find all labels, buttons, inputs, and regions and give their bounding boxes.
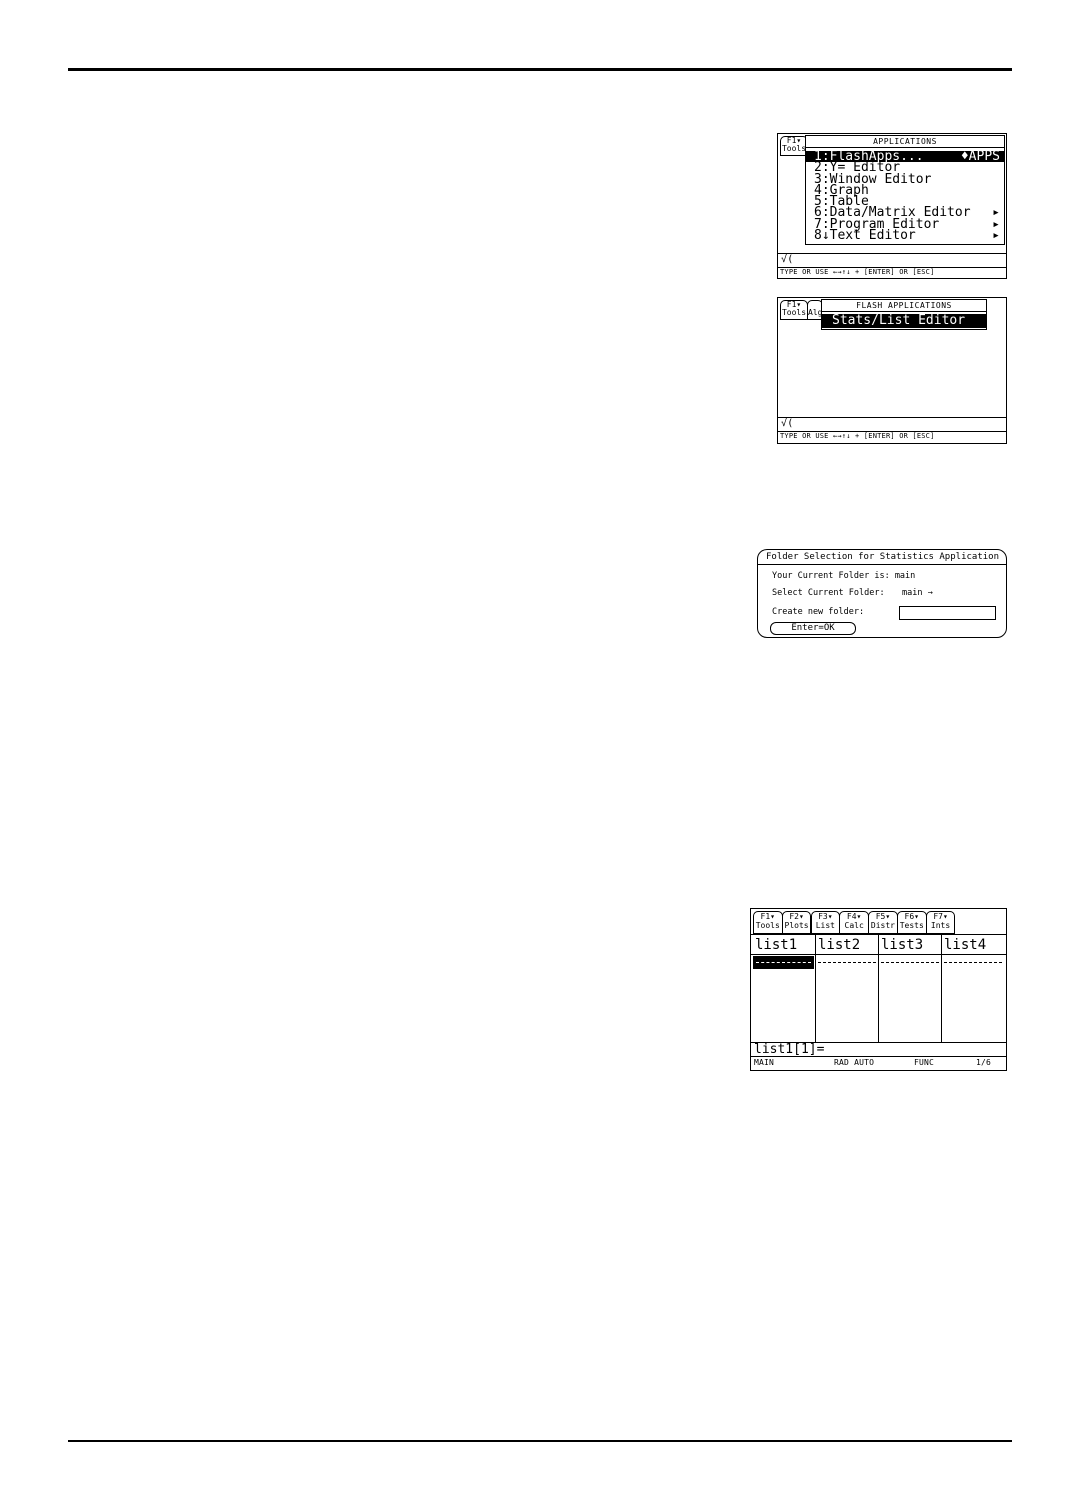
create-folder-label: Create new folder: [772,607,865,617]
toolbar-tab[interactable]: F3▾ List [810,911,841,934]
toolbar-tab-key: F7▾ [933,912,948,921]
toolbar-tab-key: F6▾ [904,912,919,921]
current-folder-label: Your Current Folder is: main [772,571,916,581]
toolbar-tab-key: F3▾ [818,912,833,921]
toolbar-tab-label: Plots [784,921,809,930]
column-header-list2[interactable]: list2 [818,937,860,953]
toolbar-tab[interactable]: F1▾ Tools [753,911,783,934]
tab-f1-label: Tools [781,308,807,317]
entry-line[interactable]: √( [781,255,793,265]
empty-marker-list4 [944,962,1002,963]
menu-title: FLASH APPLICATIONS [822,300,986,312]
menu-item-stats-list-editor[interactable]: Stats/List Editor [822,314,986,328]
toolbar-tab[interactable]: F4▾ Calc [839,911,869,934]
status-line: TYPE OR USE ←→↑↓ + [ENTER] OR [ESC] [780,432,935,440]
toolbar-tab-label: Distr [870,921,895,930]
menu-item-list: 1:FlashApps... ♦APPS 2:Y= Editor 3:Window E… [806,149,1004,244]
status-line: TYPE OR USE ←→↑↓ + [ENTER] OR [ESC] [780,268,935,276]
screenshot-flash-applications: F1▾ Tools Alg FLASH APPLICATIONS Stats/L… [777,297,1007,444]
toolbar-tab-key: F4▾ [846,912,862,921]
select-folder-dropdown[interactable]: main → [902,588,933,598]
applications-menu: APPLICATIONS 1:FlashApps... ♦APPS 2:Y= Edi… [805,135,1005,245]
tab-f1-tools[interactable]: F1▾ Tools [780,300,808,320]
entry-line-top [778,253,1006,254]
toolbar-tab-label: Tests [899,921,924,930]
header-divider [751,954,1006,955]
column-header-list4[interactable]: list4 [944,937,986,953]
status-graph-mode: FUNC [914,1058,935,1067]
toolbar: F1▾ Tools F2▾ Plots F3▾ List F4▾ Calc F5▾ Distr F6… [753,911,1003,935]
entry-line-top [778,417,1006,418]
toolbar-tab-key: F1▾ [760,912,775,921]
status-line-top [751,1056,1006,1057]
empty-marker-list3 [881,962,939,963]
toolbar-tab-key: F2▾ [789,912,804,921]
toolbar-tab[interactable]: F2▾ Plots [781,911,812,934]
toolbar-tab-key: F5▾ [875,912,891,921]
toolbar-tab-label: Calc [844,921,864,930]
footer-rule [68,1440,1012,1442]
select-folder-label: Select Current Folder: [772,588,885,598]
tab-f1-tools[interactable]: F1▾ Tools [780,136,808,156]
header-rule [68,68,1012,71]
title-divider [758,564,1006,565]
status-folder: MAIN [754,1058,775,1067]
toolbar-tab[interactable]: F6▾ Tests [897,911,927,934]
col-divider [941,934,942,1042]
menu-item-shortcut: ♦APPS [960,149,1000,164]
entry-line[interactable]: list1[1]= [754,1043,824,1056]
screenshot-folder-selection-dialog: Folder Selection for Statistics Applicat… [757,549,1007,638]
status-page: 1/6 [976,1058,992,1067]
flash-applications-menu: FLASH APPLICATIONS Stats/List Editor [821,299,987,330]
toolbar-tab[interactable]: F7▾ Ints [925,911,956,934]
empty-marker-list2 [818,962,876,963]
menu-title: APPLICATIONS [806,136,1004,148]
screenshot-stats-list-editor: F1▾ Tools F2▾ Plots F3▾ List F4▾ Calc F5▾ Distr F6… [750,908,1007,1071]
create-folder-input[interactable] [899,606,996,620]
toolbar-tab-label: Tools [755,921,780,930]
toolbar-tab[interactable]: F5▾ Distr [868,911,898,934]
toolbar-tab-label: Ints [930,921,951,930]
column-header-list1[interactable]: list1 [755,937,797,953]
toolbar-tab-label: List [815,921,835,930]
empty-marker-list1 [756,962,811,963]
menu-item-label: 8↓Text Editor [814,228,916,244]
col-divider [878,934,879,1042]
screenshot-applications-menu: F1▾ Tools APPLICATIONS 1:FlashApps... ♦AP… [777,133,1007,279]
col-divider [815,934,816,1042]
entry-line[interactable]: √( [781,419,793,429]
status-mode: RAD AUTO [834,1058,875,1067]
column-header-list3[interactable]: list3 [881,937,923,953]
dialog-title: Folder Selection for Statistics Applicat… [766,552,999,562]
tab-f1-label: Tools [781,144,807,153]
enter-ok-button[interactable]: Enter=OK [770,622,856,635]
menu-item[interactable]: 8↓Text Editor ▸ [806,228,1004,244]
tab-partial-label: Alg [808,308,823,317]
submenu-arrow-icon: ▸ [992,228,1000,244]
